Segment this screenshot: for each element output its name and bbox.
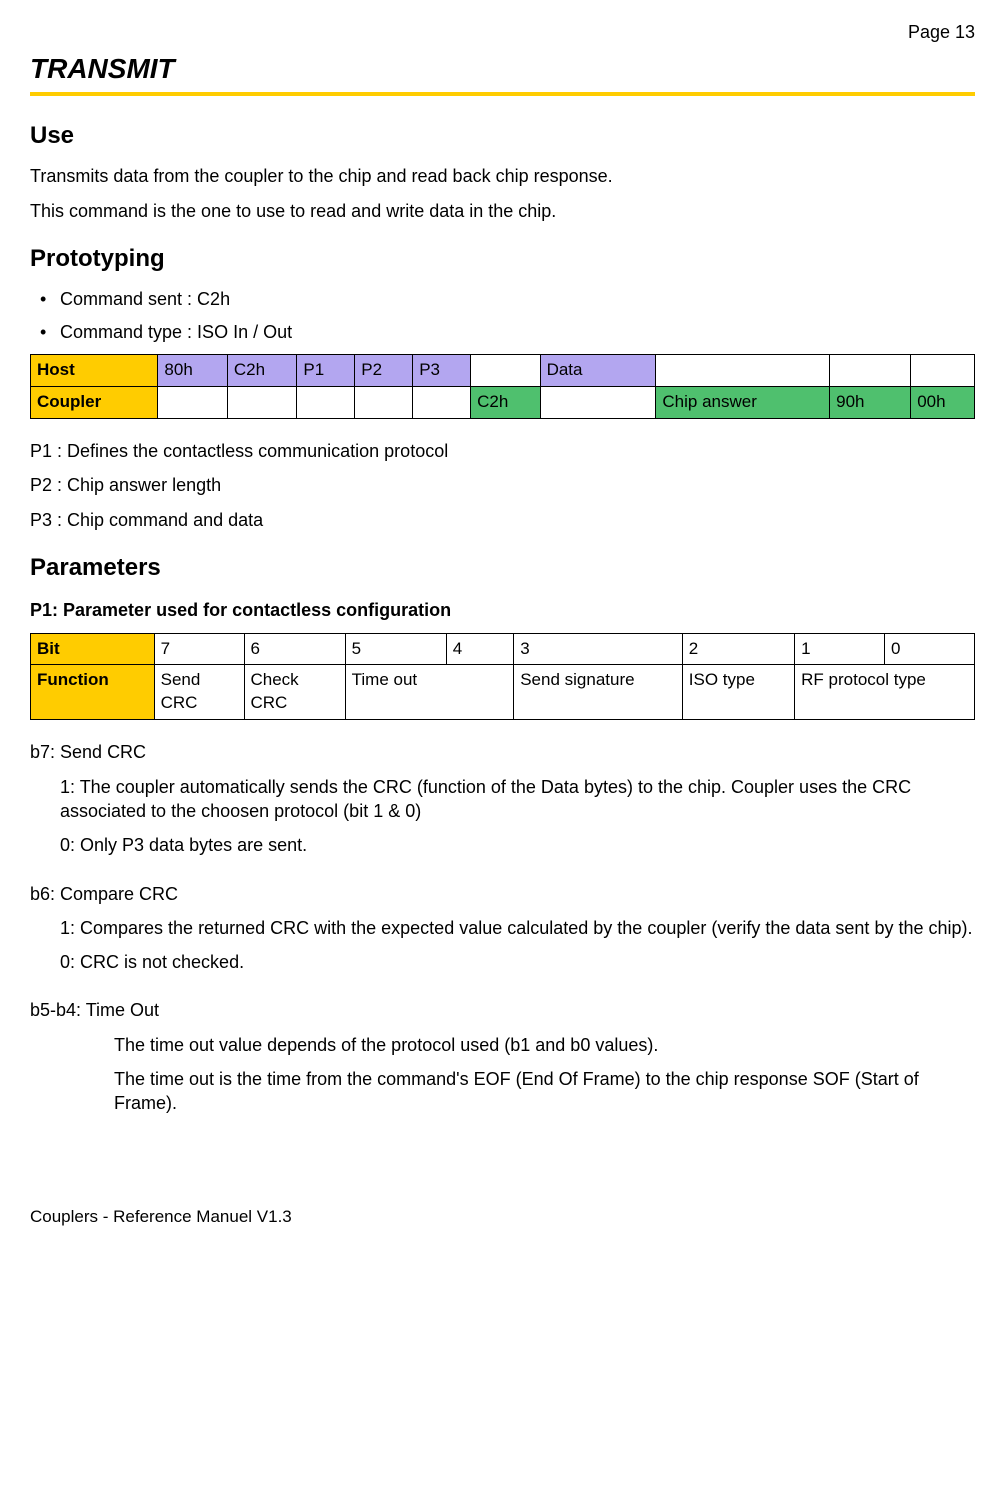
- use-heading: Use: [30, 120, 975, 152]
- b54-line1: The time out value depends of the protoc…: [114, 1033, 975, 1057]
- coupler-cell: [540, 387, 656, 419]
- b7-title: b7: Send CRC: [30, 740, 975, 764]
- host-cell: Data: [540, 355, 656, 387]
- host-cell: P3: [413, 355, 471, 387]
- bullet-cmd-sent: Command sent : C2h: [60, 287, 975, 311]
- bit-cell: 3: [514, 633, 683, 665]
- table-row: Coupler C2h Chip answer 90h 00h: [31, 387, 975, 419]
- func-cell: Time out: [345, 665, 514, 720]
- table-row: Bit 7 6 5 4 3 2 1 0: [31, 633, 975, 665]
- bit-cell: 5: [345, 633, 446, 665]
- prototyping-table: Host 80h C2h P1 P2 P3 Data Coupler C2h C…: [30, 354, 975, 419]
- title-rule: [30, 92, 975, 96]
- coupler-cell: Chip answer: [656, 387, 830, 419]
- host-cell: P2: [355, 355, 413, 387]
- host-cell: [656, 355, 830, 387]
- func-cell: Check CRC: [244, 665, 345, 720]
- b6-title: b6: Compare CRC: [30, 882, 975, 906]
- host-cell: [830, 355, 911, 387]
- coupler-cell: C2h: [471, 387, 540, 419]
- b54-title: b5-b4: Time Out: [30, 998, 975, 1022]
- bit-cell: 1: [795, 633, 885, 665]
- coupler-cell: [413, 387, 471, 419]
- page-number: Page 13: [30, 20, 975, 44]
- bit-cell: 6: [244, 633, 345, 665]
- bit-table: Bit 7 6 5 4 3 2 1 0 Function Send CRC Ch…: [30, 633, 975, 721]
- bit-label: Bit: [31, 633, 155, 665]
- coupler-cell: 00h: [911, 387, 975, 419]
- b7-opt1: 1: The coupler automatically sends the C…: [60, 775, 975, 824]
- host-label: Host: [31, 355, 158, 387]
- bullet-cmd-type: Command type : ISO In / Out: [60, 320, 975, 344]
- function-label: Function: [31, 665, 155, 720]
- func-cell: ISO type: [682, 665, 794, 720]
- coupler-cell: 90h: [830, 387, 911, 419]
- func-cell: Send signature: [514, 665, 683, 720]
- b6-opt1: 1: Compares the returned CRC with the ex…: [60, 916, 975, 940]
- func-cell: Send CRC: [154, 665, 244, 720]
- table-row: Function Send CRC Check CRC Time out Sen…: [31, 665, 975, 720]
- coupler-cell: [227, 387, 296, 419]
- coupler-cell: [297, 387, 355, 419]
- host-cell: P1: [297, 355, 355, 387]
- use-p2: This command is the one to use to read a…: [30, 199, 975, 223]
- b7-opt0: 0: Only P3 data bytes are sent.: [60, 833, 975, 857]
- bit-cell: 2: [682, 633, 794, 665]
- p3-desc: P3 : Chip command and data: [30, 508, 975, 532]
- bit-cell: 0: [885, 633, 975, 665]
- page-title: TRANSMIT: [30, 50, 975, 88]
- parameters-subheading: P1: Parameter used for contactless confi…: [30, 598, 975, 622]
- b6-opt0: 0: CRC is not checked.: [60, 950, 975, 974]
- host-cell: C2h: [227, 355, 296, 387]
- coupler-label: Coupler: [31, 387, 158, 419]
- p2-desc: P2 : Chip answer length: [30, 473, 975, 497]
- coupler-cell: [355, 387, 413, 419]
- bit-cell: 4: [446, 633, 513, 665]
- host-cell: [911, 355, 975, 387]
- footer: Couplers - Reference Manuel V1.3: [30, 1206, 975, 1229]
- p1-desc: P1 : Defines the contactless communicati…: [30, 439, 975, 463]
- host-cell: [471, 355, 540, 387]
- table-row: Host 80h C2h P1 P2 P3 Data: [31, 355, 975, 387]
- use-p1: Transmits data from the coupler to the c…: [30, 164, 975, 188]
- prototyping-heading: Prototyping: [30, 243, 975, 275]
- coupler-cell: [158, 387, 227, 419]
- prototyping-bullets: Command sent : C2h Command type : ISO In…: [30, 287, 975, 344]
- b54-line2: The time out is the time from the comman…: [114, 1067, 975, 1116]
- parameters-heading: Parameters: [30, 552, 975, 584]
- func-cell: RF protocol type: [795, 665, 975, 720]
- host-cell: 80h: [158, 355, 227, 387]
- bit-cell: 7: [154, 633, 244, 665]
